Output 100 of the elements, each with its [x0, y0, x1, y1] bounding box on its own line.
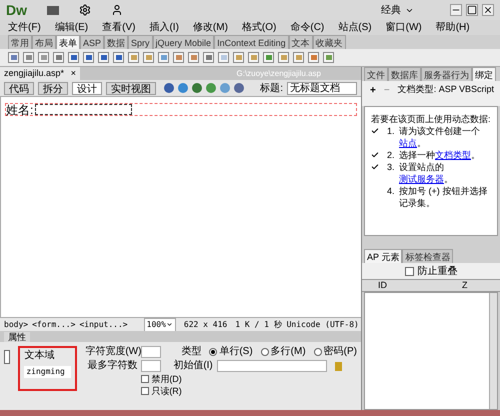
step-number: 4. — [387, 185, 396, 198]
tag-selector[interactable]: <input...> — [79, 318, 128, 330]
form-control-icon[interactable] — [158, 52, 169, 63]
menu-item[interactable]: 文件(F) — [8, 20, 41, 35]
step-text: 按加号 (+) 按钮并选择记录集。 — [399, 185, 488, 209]
radio-button[interactable] — [260, 348, 269, 356]
form-control-icon[interactable] — [218, 52, 229, 63]
radio-button[interactable] — [209, 348, 218, 356]
form-control-icon[interactable] — [128, 52, 139, 63]
menu-item[interactable]: 窗口(W) — [386, 20, 422, 35]
form-control-icon[interactable] — [8, 52, 19, 63]
view-button[interactable]: 拆分 — [38, 82, 68, 94]
minimize-icon[interactable] — [450, 4, 462, 16]
settings-icon[interactable] — [79, 4, 91, 16]
menu-item[interactable]: 站点(S) — [338, 20, 372, 35]
checkbox[interactable] — [141, 387, 150, 395]
view-button[interactable]: 代码 — [4, 82, 34, 94]
step-text: 选择一种文档类型。 — [399, 149, 481, 161]
step-number: 1. — [387, 125, 396, 138]
tag-selector[interactable]: <form...> — [32, 318, 76, 330]
form-control-icon[interactable] — [278, 52, 289, 63]
panel-tab[interactable]: 标签检查器 — [402, 249, 454, 263]
caret-icon — [166, 321, 173, 328]
panel-tab[interactable]: jQuery Mobile — [152, 35, 214, 49]
text-input[interactable] — [35, 104, 132, 115]
column-header[interactable]: Z — [462, 278, 492, 292]
form-control-icon[interactable] — [233, 52, 244, 63]
form-control-icon[interactable] — [143, 52, 154, 63]
form-control-icon[interactable] — [83, 52, 94, 63]
intro-text: 若要在该页面上使用动态数据: — [371, 113, 491, 125]
name-field[interactable]: zingming — [24, 366, 72, 378]
form-control-icon[interactable] — [263, 52, 274, 63]
panel-tab[interactable]: 绑定 — [472, 67, 496, 81]
panel-title[interactable]: 属性 — [4, 332, 30, 342]
checkbox[interactable] — [141, 375, 150, 383]
panel-tab[interactable]: 文本 — [288, 35, 313, 49]
type-label: 类型 — [181, 346, 202, 358]
panel-tab[interactable]: 布局 — [32, 35, 56, 49]
document-tab[interactable]: zengjiajilu.asp* × — [0, 67, 80, 80]
radio-label: 单行(S) — [219, 346, 253, 358]
panel-tab[interactable]: AP 元素 — [364, 249, 402, 263]
maximize-icon[interactable] — [466, 4, 478, 16]
view-button[interactable]: 实时视图 — [106, 82, 156, 94]
form-control-icon[interactable] — [173, 52, 184, 63]
panel-tab[interactable]: Spry — [128, 35, 153, 49]
user-icon[interactable] — [111, 4, 123, 16]
zoom-select[interactable]: 100% — [144, 318, 176, 332]
close-icon[interactable] — [482, 4, 494, 16]
panel-tab[interactable]: InContext Editing — [214, 35, 289, 49]
panel-tab[interactable]: 收藏夹 — [312, 35, 346, 49]
window-size[interactable]: 622 x 416 — [184, 318, 228, 330]
form-control-icon[interactable] — [248, 52, 259, 63]
panel-tab[interactable]: ASP — [80, 35, 104, 49]
form-control-icon[interactable] — [68, 52, 79, 63]
download-info: 1 K / 1 秒 Unicode (UTF-8) — [235, 318, 359, 330]
panel-tab[interactable]: 文件 — [364, 67, 388, 81]
form-control-icon[interactable] — [38, 52, 49, 63]
form-control-icon[interactable] — [98, 52, 109, 63]
checkbox-label: 只读(R) — [151, 386, 182, 396]
form-control-icon[interactable] — [53, 52, 64, 63]
menu-item[interactable]: 修改(M) — [192, 20, 228, 35]
menu-item[interactable]: 帮助(H) — [436, 20, 470, 35]
panel-tab[interactable]: 数据 — [104, 35, 128, 49]
panel-tab[interactable]: 常用 — [8, 35, 32, 49]
max-chars-field[interactable] — [141, 360, 162, 372]
form-control-icon[interactable] — [308, 52, 319, 63]
step-link[interactable]: 站点 — [399, 138, 417, 148]
panel-tab[interactable]: 服务器行为 — [421, 67, 472, 81]
add-button[interactable]: + — [370, 83, 376, 98]
form-control-icon[interactable] — [203, 52, 214, 63]
panel-tab[interactable]: 表单 — [56, 35, 80, 49]
form-control-icon[interactable] — [188, 52, 199, 63]
scrollbar[interactable] — [489, 293, 497, 409]
radio-button[interactable] — [314, 348, 322, 356]
form-control-icon[interactable] — [113, 52, 124, 63]
checkbox-label: 禁用(D) — [151, 374, 182, 384]
checkbox[interactable] — [404, 266, 414, 276]
document-type: 文档类型: ASP VBScript — [398, 83, 494, 96]
menu-item[interactable]: 编辑(E) — [54, 20, 88, 35]
initial-value-field[interactable] — [216, 360, 327, 372]
workspace-switcher[interactable]: 经典 — [381, 2, 401, 18]
menu-item[interactable]: 插入(I) — [149, 20, 179, 35]
step-text: 设置站点的 测试服务器。 — [399, 161, 454, 185]
menu-item[interactable]: 查看(V) — [102, 20, 136, 35]
panel-tab[interactable]: 数据库 — [388, 67, 421, 81]
menu-item[interactable]: 格式(O) — [242, 20, 276, 35]
step-text: 请为该文件创建一个 站点。 — [399, 125, 481, 149]
form-control-icon[interactable] — [293, 52, 304, 63]
file-path: G:\zuoye\zengjiajilu.asp — [236, 68, 321, 80]
form-control-icon[interactable] — [23, 52, 34, 63]
form-control-icon[interactable] — [323, 52, 334, 63]
step-link[interactable]: 文档类型 — [435, 150, 471, 160]
menu-item[interactable]: 命令(C) — [290, 20, 324, 35]
tag-selector[interactable]: body> — [4, 318, 28, 330]
step-link[interactable]: 测试服务器 — [399, 174, 444, 184]
title-field[interactable]: 无标题文档 — [287, 82, 357, 94]
title-label: 标题: — [260, 82, 283, 96]
char-width-field[interactable] — [141, 346, 162, 358]
column-header[interactable]: ID — [370, 278, 462, 292]
view-button[interactable]: 设计 — [72, 82, 102, 94]
